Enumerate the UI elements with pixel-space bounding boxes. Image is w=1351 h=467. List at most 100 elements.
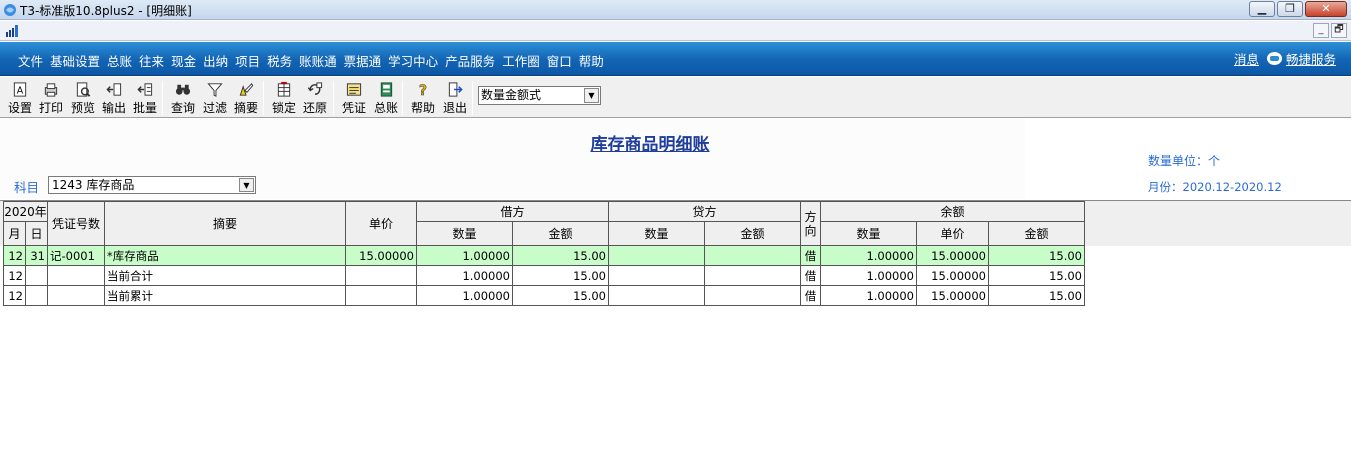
cell-bal-price[interactable]: 15.00000 xyxy=(916,285,989,306)
cell-debit-amt[interactable]: 15.00 xyxy=(512,285,609,306)
toolbar-button-filter[interactable]: 过滤 xyxy=(200,80,230,116)
message-link[interactable]: 消息 xyxy=(1234,49,1259,68)
cell-debit-amt[interactable]: 15.00 xyxy=(512,265,609,286)
close-button[interactable]: ✕ xyxy=(1305,1,1347,17)
menu-item[interactable]: 税务 xyxy=(267,51,292,70)
minimize-button[interactable]: ▁ xyxy=(1249,1,1275,17)
service-link[interactable]: 畅捷服务 xyxy=(1286,49,1336,68)
toolbar-button-printer[interactable]: 打印 xyxy=(36,80,66,116)
toolbar-button-label: 帮助 xyxy=(410,101,435,115)
toolbar-separator xyxy=(472,81,473,115)
maximize-button[interactable]: ❐ xyxy=(1277,1,1303,17)
debit-qty-header: 数量 xyxy=(416,221,513,246)
window-title: T3-标准版10.8plus2 - [明细账] xyxy=(20,4,192,18)
toolbar-button-ledger[interactable]: 总账 xyxy=(371,80,401,116)
cell-bal-amt[interactable]: 15.00 xyxy=(988,245,1085,266)
table-row[interactable]: 12 当前累计 1.00000 15.00 借 1.00000 15.00000 15.00 xyxy=(3,285,1085,306)
cell-voucher[interactable] xyxy=(47,285,105,306)
cell-credit-qty[interactable] xyxy=(608,265,705,286)
menu-item[interactable]: 产品服务 xyxy=(445,51,495,70)
cell-price[interactable] xyxy=(345,285,417,306)
toolbar-button-summary[interactable]: 摘要 xyxy=(231,80,261,116)
cell-dir[interactable]: 借 xyxy=(800,285,821,306)
cell-month[interactable]: 12 xyxy=(3,285,26,306)
toolbar-separator xyxy=(162,81,163,115)
chart-bars-icon xyxy=(6,25,18,37)
toolbar-button-batch[interactable]: 批量 xyxy=(130,80,160,116)
menu-item[interactable]: 现金 xyxy=(171,51,196,70)
cell-bal-amt[interactable]: 15.00 xyxy=(988,285,1085,306)
menu-items: 文件 基础设置 总账 往来 现金 出纳 项目 税务 账账通 票据通 学习中心 产品服务 工作圈 窗口 帮助 xyxy=(18,51,611,70)
cell-bal-amt[interactable]: 15.00 xyxy=(988,265,1085,286)
toolbar-button-label: 输出 xyxy=(101,101,126,115)
cell-month[interactable]: 12 xyxy=(3,245,26,266)
cell-debit-qty[interactable]: 1.00000 xyxy=(416,245,513,266)
menu-item[interactable]: 出纳 xyxy=(203,51,228,70)
format-select[interactable]: 数量金额式 ▼ xyxy=(478,86,601,105)
cell-dir[interactable]: 借 xyxy=(800,245,821,266)
cell-bal-qty[interactable]: 1.00000 xyxy=(820,285,917,306)
mdi-restore-button[interactable]: 🗗 xyxy=(1331,23,1347,38)
toolbar: A 设置 打印 预览 输出 批量 查询 过滤 摘要 锁定 还原 凭证 总账? 帮助 退出 xyxy=(0,77,1351,118)
menu-item[interactable]: 工作圈 xyxy=(502,51,540,70)
cell-voucher[interactable]: 记-0001 xyxy=(47,245,105,266)
cell-price[interactable] xyxy=(345,265,417,286)
cell-summary[interactable]: 当前合计 xyxy=(104,265,346,286)
cell-debit-qty[interactable]: 1.00000 xyxy=(416,265,513,286)
menu-item[interactable]: 窗口 xyxy=(547,51,572,70)
table-row[interactable]: 12 当前合计 1.00000 15.00 借 1.00000 15.00000 15.00 xyxy=(3,265,1085,286)
cell-debit-qty[interactable]: 1.00000 xyxy=(416,285,513,306)
cell-credit-qty[interactable] xyxy=(608,245,705,266)
toolbar-button-lock[interactable]: 锁定 xyxy=(269,80,299,116)
toolbar-button-settings[interactable]: A 设置 xyxy=(5,80,35,116)
menu-item[interactable]: 基础设置 xyxy=(50,51,100,70)
cell-dir[interactable]: 借 xyxy=(800,265,821,286)
menu-item[interactable]: 项目 xyxy=(235,51,260,70)
toolbar-button-restore[interactable]: 还原 xyxy=(300,80,330,116)
menu-item[interactable]: 文件 xyxy=(18,51,43,70)
cell-day[interactable]: 31 xyxy=(25,245,48,266)
ledger-table: 2020年 凭证号数 摘要 单价 借方 贷方 方向 余额 月 日 数量 金额 数… xyxy=(3,201,1085,306)
cell-summary[interactable]: 当前累计 xyxy=(104,285,346,306)
batch-icon xyxy=(137,83,153,96)
cell-bal-qty[interactable]: 1.00000 xyxy=(820,245,917,266)
cell-credit-amt[interactable] xyxy=(704,245,801,266)
cell-debit-amt[interactable]: 15.00 xyxy=(512,245,609,266)
menu-item[interactable]: 总账 xyxy=(107,51,132,70)
mdi-minimize-button[interactable]: _ xyxy=(1313,23,1329,38)
cell-credit-amt[interactable] xyxy=(704,285,801,306)
toolbar-button-binoculars[interactable]: 查询 xyxy=(168,80,198,116)
cell-voucher[interactable] xyxy=(47,265,105,286)
cell-bal-price[interactable]: 15.00000 xyxy=(916,245,989,266)
toolbar-button-voucher[interactable]: 凭证 xyxy=(339,80,369,116)
balance-header: 余额 xyxy=(820,201,1085,222)
cell-bal-qty[interactable]: 1.00000 xyxy=(820,265,917,286)
toolbar-button-exit[interactable]: 退出 xyxy=(440,80,470,116)
cell-summary[interactable]: *库存商品 xyxy=(104,245,346,266)
settings-icon: A xyxy=(13,82,27,97)
cell-month[interactable]: 12 xyxy=(3,265,26,286)
cell-day[interactable] xyxy=(25,265,48,286)
menu-item[interactable]: 帮助 xyxy=(579,51,604,70)
cell-credit-amt[interactable] xyxy=(704,265,801,286)
subject-select[interactable]: 1243 库存商品 ▼ xyxy=(48,176,256,194)
lock-icon xyxy=(277,81,291,97)
printer-icon xyxy=(44,83,58,97)
menu-item[interactable]: 票据通 xyxy=(344,51,382,70)
cell-price[interactable]: 15.00000 xyxy=(345,245,417,266)
toolbar-button-export[interactable]: 输出 xyxy=(99,80,129,116)
cell-day[interactable] xyxy=(25,285,48,306)
cell-bal-price[interactable]: 15.00000 xyxy=(916,265,989,286)
toolbar-button-label: 还原 xyxy=(302,101,327,115)
debit-amt-header: 金额 xyxy=(512,221,609,246)
table-row[interactable]: 12 31 记-0001 *库存商品 15.00000 1.00000 15.00 借 1.00… xyxy=(3,245,1085,266)
binoculars-icon xyxy=(175,84,191,95)
menu-item[interactable]: 学习中心 xyxy=(388,51,438,70)
toolbar-button-label: 批量 xyxy=(132,101,157,115)
toolbar-button-help[interactable]: ? 帮助 xyxy=(408,80,438,116)
menu-item[interactable]: 往来 xyxy=(139,51,164,70)
day-header: 日 xyxy=(25,221,48,246)
menu-item[interactable]: 账账通 xyxy=(299,51,337,70)
toolbar-button-preview[interactable]: 预览 xyxy=(68,80,98,116)
cell-credit-qty[interactable] xyxy=(608,285,705,306)
